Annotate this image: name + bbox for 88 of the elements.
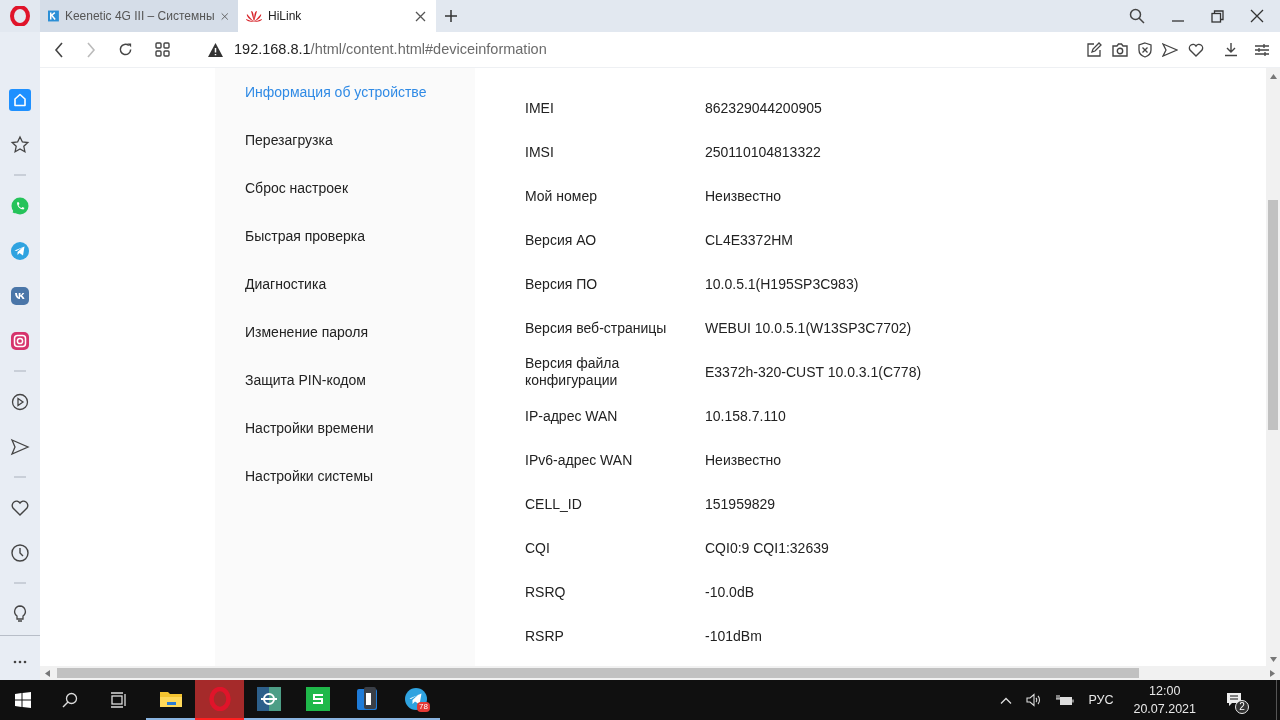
field-label: CQI [525,539,551,557]
send-icon[interactable] [9,436,31,458]
more-icon[interactable] [13,660,27,664]
star-icon[interactable] [9,134,31,156]
search-icon[interactable] [62,692,78,708]
menu-item[interactable]: Диагностика [245,260,475,308]
field-label: Версия ПО [525,275,599,293]
field-label: IMEI [525,99,555,117]
menu-item[interactable]: Информация об устройстве [245,68,475,116]
edit-icon[interactable] [1086,41,1102,58]
chevron-up-icon[interactable] [1000,696,1013,704]
grid-icon[interactable] [155,42,170,57]
field-value: CL4E3372HM [705,230,793,250]
close-icon[interactable] [415,10,426,22]
restore-icon[interactable] [1211,9,1224,23]
menu-item[interactable]: Защита PIN-кодом [245,356,475,404]
field-label: IMSI [525,143,555,161]
field-value: 10.158.7.110 [705,406,786,426]
browser-tab[interactable]: Keenetic 4G III – Системны [40,0,238,32]
field-label: RSRP [525,627,565,645]
settings-icon[interactable] [1254,42,1270,57]
field-label: CELL_ID [525,495,583,513]
field-value: CQI0:9 CQI1:32639 [705,538,829,558]
notification-count: 2 [1235,700,1249,714]
heart-icon[interactable] [1188,42,1204,57]
warning-icon[interactable] [208,42,223,57]
language-indicator[interactable]: РУС [1088,690,1114,710]
clock[interactable]: 12:00 20.07.2021 [1133,682,1196,718]
opera-logo-icon[interactable] [10,6,30,26]
menu-item[interactable]: Перезагрузка [245,116,475,164]
menu-item[interactable]: Настройки системы [245,452,475,500]
horizontal-scrollbar[interactable] [40,666,1280,680]
send-icon[interactable] [1162,42,1178,57]
camera-icon[interactable] [1112,42,1128,57]
download-icon[interactable] [1224,42,1238,57]
vk-icon[interactable] [9,285,31,307]
field-label: IPv6-адрес WAN [525,451,634,469]
menu-item[interactable]: Быстрая проверка [245,212,475,260]
menu-item[interactable]: Сброс настроек [245,164,475,212]
shield-icon[interactable] [1138,41,1152,58]
clock-icon[interactable] [9,542,31,564]
battery-icon[interactable] [1056,694,1075,706]
field-value: 862329044200905 [705,98,822,118]
new-tab-icon[interactable] [445,10,457,22]
menu-item[interactable]: Настройки времени [245,404,475,452]
close-icon[interactable] [1250,9,1264,23]
scrollbar-thumb[interactable] [57,668,1139,678]
field-label: Версия АО [525,231,598,249]
reload-icon[interactable] [118,42,133,57]
field-label: Версия веб-страницы [525,319,668,337]
field-label: RSRQ [525,583,567,601]
scroll-right-icon[interactable] [1270,669,1275,677]
instagram-icon[interactable] [9,330,31,352]
field-value: WEBUI 10.0.5.1(W13SP3C7702) [705,318,912,338]
scroll-up-icon[interactable] [1269,74,1277,79]
petal-logo-icon [246,10,262,22]
task-view-icon[interactable] [109,692,127,708]
play-icon[interactable] [9,391,31,413]
folder-app-icon[interactable] [355,687,378,711]
field-value: Неизвестно [705,450,782,470]
s-app-icon[interactable] [305,687,330,711]
scrollbar[interactable] [1266,68,1280,666]
k-logo-icon [48,8,59,24]
scroll-down-icon[interactable] [1269,657,1277,662]
field-value: -10.0dB [705,582,755,602]
browser-tab[interactable]: HiLink [238,0,436,32]
field-value: Неизвестно [705,186,782,206]
network-app-icon[interactable] [256,687,281,711]
volume-icon[interactable] [1026,693,1043,707]
field-label: Версия файла конфигурации [525,355,621,389]
field-value: 151959829 [705,494,776,514]
home-icon[interactable] [9,89,31,111]
field-value: 10.0.5.1(H195SP3C983) [705,274,859,294]
field-value: E3372h-320-CUST 10.0.3.1(C778) [705,362,922,382]
scrollbar-thumb[interactable] [1268,200,1278,430]
field-label: IP-адрес WAN [525,407,619,425]
search-icon[interactable] [1129,8,1145,24]
field-value: -101dBm [705,626,762,646]
scroll-left-icon[interactable] [45,669,50,677]
back-icon[interactable] [54,41,64,58]
field-value: 250110104813322 [705,142,821,162]
windows-start-icon[interactable] [15,692,31,708]
menu-item[interactable]: Изменение пароля [245,308,475,356]
badge: 78 [417,702,430,712]
field-label: Мой номер [525,187,599,205]
taskbar-button[interactable]: 78 [391,680,440,720]
address-field[interactable]: 192.168.8.1/html/content.html#deviceinformation [234,38,547,61]
folder-icon[interactable] [158,689,183,709]
